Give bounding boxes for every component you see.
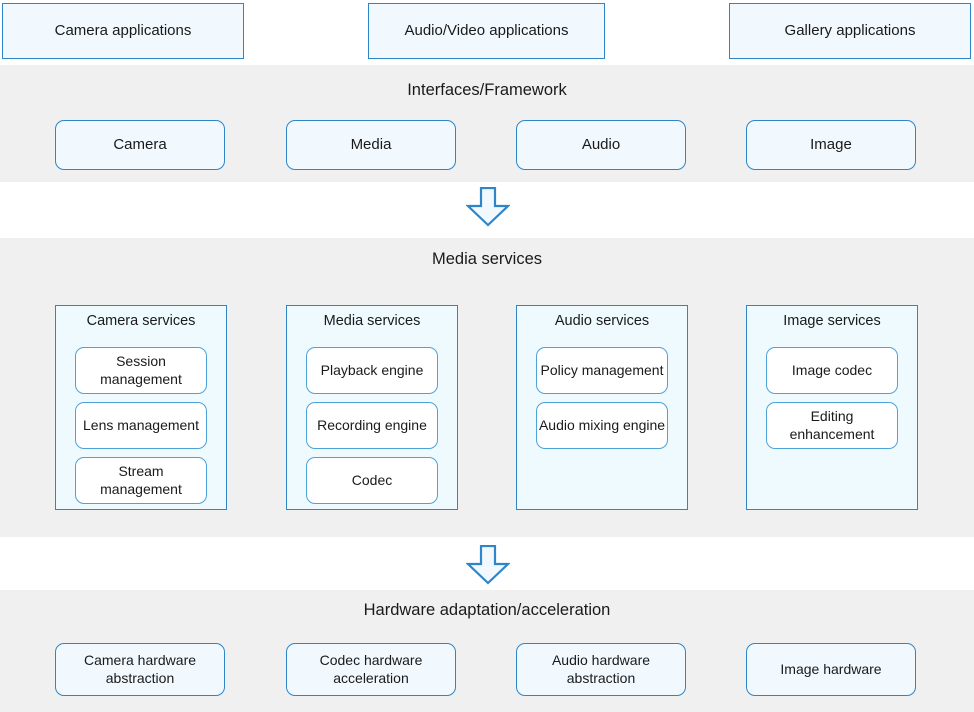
- interface-box-audio: Audio: [516, 120, 686, 170]
- hardware-adaptation-title: Hardware adaptation/acceleration: [363, 601, 611, 619]
- service-group-media-services: Media services Playback engine Recording…: [286, 305, 458, 510]
- service-item-codec: Codec: [306, 457, 438, 504]
- architecture-diagram: Camera applications Audio/Video applicat…: [0, 0, 974, 712]
- hardware-box-image-hardware: Image hardware: [746, 643, 916, 696]
- hardware-box-audio-abstraction: Audio hardware abstraction: [516, 643, 686, 696]
- service-item-recording-engine: Recording engine: [306, 402, 438, 449]
- service-group-image-services: Image services Image codec Editing enhan…: [746, 305, 918, 510]
- service-item-editing-enhancement: Editing enhancement: [766, 402, 898, 449]
- service-item-stream-management: Stream management: [75, 457, 207, 504]
- hardware-box-codec-acceleration: Codec hardware acceleration: [286, 643, 456, 696]
- service-item-image-codec: Image codec: [766, 347, 898, 394]
- service-item-policy-management: Policy management: [536, 347, 668, 394]
- service-item-session-management: Session management: [75, 347, 207, 394]
- service-group-audio-services: Audio services Policy management Audio m…: [516, 305, 688, 510]
- interface-box-image: Image: [746, 120, 916, 170]
- service-group-camera-services: Camera services Session management Lens …: [55, 305, 227, 510]
- application-box-camera: Camera applications: [2, 3, 244, 59]
- service-item-list-audio: Policy management Audio mixing engine: [536, 347, 668, 449]
- interface-box-camera: Camera: [55, 120, 225, 170]
- service-item-playback-engine: Playback engine: [306, 347, 438, 394]
- application-box-audio-video: Audio/Video applications: [368, 3, 605, 59]
- interface-box-media: Media: [286, 120, 456, 170]
- service-item-list-image: Image codec Editing enhancement: [766, 347, 898, 449]
- service-group-title-camera: Camera services: [86, 313, 196, 329]
- service-group-title-image: Image services: [783, 313, 881, 329]
- service-item-audio-mixing-engine: Audio mixing engine: [536, 402, 668, 449]
- interfaces-framework-title: Interfaces/Framework: [407, 81, 567, 99]
- application-box-gallery: Gallery applications: [729, 3, 971, 59]
- hardware-box-camera-abstraction: Camera hardware abstraction: [55, 643, 225, 696]
- down-arrow-icon-services-to-hardware: [465, 544, 511, 585]
- service-item-list-media: Playback engine Recording engine Codec: [306, 347, 438, 504]
- service-group-title-media: Media services: [323, 313, 421, 329]
- media-services-title: Media services: [431, 250, 543, 268]
- down-arrow-icon-interfaces-to-services: [465, 186, 511, 227]
- service-item-lens-management: Lens management: [75, 402, 207, 449]
- service-item-list-camera: Session management Lens management Strea…: [75, 347, 207, 504]
- service-group-title-audio: Audio services: [554, 313, 650, 329]
